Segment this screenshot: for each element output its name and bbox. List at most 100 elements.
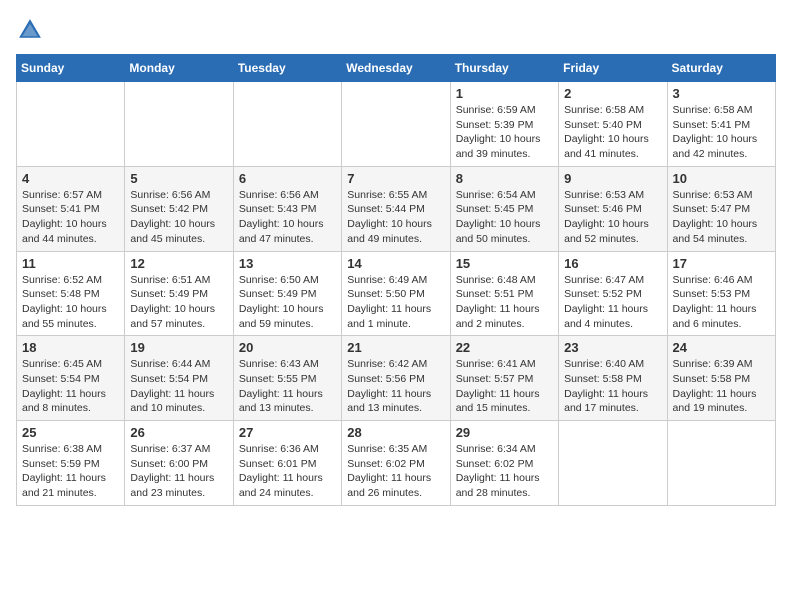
weekday-header: Monday: [125, 55, 233, 82]
calendar-cell: 6 Sunrise: 6:56 AM Sunset: 5:43 PM Daylig…: [233, 166, 341, 251]
day-number: 16: [564, 256, 661, 271]
day-number: 2: [564, 86, 661, 101]
day-number: 12: [130, 256, 227, 271]
day-info: Sunrise: 6:52 AM Sunset: 5:48 PM Dayligh…: [22, 273, 119, 332]
calendar-cell: 19 Sunrise: 6:44 AM Sunset: 5:54 PM Dayli…: [125, 336, 233, 421]
calendar-week-row: 18Sunrise: 6:45 AM Sunset: 5:54 PM Dayli…: [17, 336, 776, 421]
day-info: Sunrise: 6:39 AM Sunset: 5:58 PM Dayligh…: [673, 357, 770, 416]
day-info: Sunrise: 6:43 AM Sunset: 5:55 PM Dayligh…: [239, 357, 336, 416]
calendar-week-row: 25 Sunrise: 6:38 AM Sunset: 5:59 PM Dayli…: [17, 421, 776, 506]
calendar-cell: [342, 82, 450, 167]
day-info: Sunrise: 6:40 AM Sunset: 5:58 PM Dayligh…: [564, 357, 661, 416]
day-number: 17: [673, 256, 770, 271]
calendar-week-row: 11 Sunrise: 6:52 AM Sunset: 5:48 PM Dayli…: [17, 251, 776, 336]
weekday-header-row: SundayMondayTuesdayWednesdayThursdayFrid…: [17, 55, 776, 82]
calendar-cell: 17 Sunrise: 6:46 AM Sunset: 5:53 PM Dayli…: [667, 251, 775, 336]
day-info: Sunrise: 6:53 AM Sunset: 5:47 PM Dayligh…: [673, 188, 770, 247]
calendar-cell: 26 Sunrise: 6:37 AM Sunset: 6:00 PM Dayli…: [125, 421, 233, 506]
calendar-cell: 18Sunrise: 6:45 AM Sunset: 5:54 PM Dayli…: [17, 336, 125, 421]
day-number: 21: [347, 340, 444, 355]
calendar-cell: [125, 82, 233, 167]
weekday-header: Saturday: [667, 55, 775, 82]
day-number: 13: [239, 256, 336, 271]
calendar-cell: 20 Sunrise: 6:43 AM Sunset: 5:55 PM Dayli…: [233, 336, 341, 421]
calendar-cell: 27 Sunrise: 6:36 AM Sunset: 6:01 PM Dayli…: [233, 421, 341, 506]
calendar-cell: 9Sunrise: 6:53 AM Sunset: 5:46 PM Daylig…: [559, 166, 667, 251]
calendar-cell: 29 Sunrise: 6:34 AM Sunset: 6:02 PM Dayli…: [450, 421, 558, 506]
day-number: 8: [456, 171, 553, 186]
calendar-week-row: 4Sunrise: 6:57 AM Sunset: 5:41 PM Daylig…: [17, 166, 776, 251]
day-number: 26: [130, 425, 227, 440]
calendar-cell: [233, 82, 341, 167]
day-info: Sunrise: 6:34 AM Sunset: 6:02 PM Dayligh…: [456, 442, 553, 501]
weekday-header: Thursday: [450, 55, 558, 82]
day-number: 7: [347, 171, 444, 186]
calendar-cell: 3 Sunrise: 6:58 AM Sunset: 5:41 PM Daylig…: [667, 82, 775, 167]
day-info: Sunrise: 6:57 AM Sunset: 5:41 PM Dayligh…: [22, 188, 119, 247]
day-info: Sunrise: 6:44 AM Sunset: 5:54 PM Dayligh…: [130, 357, 227, 416]
day-info: Sunrise: 6:59 AM Sunset: 5:39 PM Dayligh…: [456, 103, 553, 162]
day-number: 20: [239, 340, 336, 355]
day-info: Sunrise: 6:36 AM Sunset: 6:01 PM Dayligh…: [239, 442, 336, 501]
day-number: 24: [673, 340, 770, 355]
weekday-header: Friday: [559, 55, 667, 82]
day-info: Sunrise: 6:47 AM Sunset: 5:52 PM Dayligh…: [564, 273, 661, 332]
logo-icon: [16, 16, 44, 44]
day-info: Sunrise: 6:50 AM Sunset: 5:49 PM Dayligh…: [239, 273, 336, 332]
day-number: 23: [564, 340, 661, 355]
calendar-cell: 10 Sunrise: 6:53 AM Sunset: 5:47 PM Dayli…: [667, 166, 775, 251]
calendar-cell: 8 Sunrise: 6:54 AM Sunset: 5:45 PM Daylig…: [450, 166, 558, 251]
day-number: 9: [564, 171, 661, 186]
day-info: Sunrise: 6:56 AM Sunset: 5:42 PM Dayligh…: [130, 188, 227, 247]
calendar-cell: 25 Sunrise: 6:38 AM Sunset: 5:59 PM Dayli…: [17, 421, 125, 506]
day-number: 11: [22, 256, 119, 271]
calendar-cell: 23 Sunrise: 6:40 AM Sunset: 5:58 PM Dayli…: [559, 336, 667, 421]
day-info: Sunrise: 6:41 AM Sunset: 5:57 PM Dayligh…: [456, 357, 553, 416]
day-info: Sunrise: 6:58 AM Sunset: 5:41 PM Dayligh…: [673, 103, 770, 162]
day-number: 10: [673, 171, 770, 186]
day-number: 25: [22, 425, 119, 440]
calendar-cell: 22 Sunrise: 6:41 AM Sunset: 5:57 PM Dayli…: [450, 336, 558, 421]
day-info: Sunrise: 6:38 AM Sunset: 5:59 PM Dayligh…: [22, 442, 119, 501]
calendar-cell: 11 Sunrise: 6:52 AM Sunset: 5:48 PM Dayli…: [17, 251, 125, 336]
calendar-table: SundayMondayTuesdayWednesdayThursdayFrid…: [16, 54, 776, 506]
calendar-cell: 7 Sunrise: 6:55 AM Sunset: 5:44 PM Daylig…: [342, 166, 450, 251]
day-number: 22: [456, 340, 553, 355]
calendar-cell: 28 Sunrise: 6:35 AM Sunset: 6:02 PM Dayli…: [342, 421, 450, 506]
calendar-cell: [667, 421, 775, 506]
day-info: Sunrise: 6:56 AM Sunset: 5:43 PM Dayligh…: [239, 188, 336, 247]
day-info: Sunrise: 6:46 AM Sunset: 5:53 PM Dayligh…: [673, 273, 770, 332]
calendar-cell: 16 Sunrise: 6:47 AM Sunset: 5:52 PM Dayli…: [559, 251, 667, 336]
calendar-cell: [17, 82, 125, 167]
day-number: 19: [130, 340, 227, 355]
day-info: Sunrise: 6:58 AM Sunset: 5:40 PM Dayligh…: [564, 103, 661, 162]
calendar-cell: 5 Sunrise: 6:56 AM Sunset: 5:42 PM Daylig…: [125, 166, 233, 251]
day-info: Sunrise: 6:55 AM Sunset: 5:44 PM Dayligh…: [347, 188, 444, 247]
day-info: Sunrise: 6:37 AM Sunset: 6:00 PM Dayligh…: [130, 442, 227, 501]
day-number: 3: [673, 86, 770, 101]
calendar-cell: 24 Sunrise: 6:39 AM Sunset: 5:58 PM Dayli…: [667, 336, 775, 421]
calendar-cell: [559, 421, 667, 506]
day-info: Sunrise: 6:35 AM Sunset: 6:02 PM Dayligh…: [347, 442, 444, 501]
calendar-week-row: 1Sunrise: 6:59 AM Sunset: 5:39 PM Daylig…: [17, 82, 776, 167]
day-number: 6: [239, 171, 336, 186]
calendar-cell: 1Sunrise: 6:59 AM Sunset: 5:39 PM Daylig…: [450, 82, 558, 167]
day-info: Sunrise: 6:49 AM Sunset: 5:50 PM Dayligh…: [347, 273, 444, 332]
weekday-header: Tuesday: [233, 55, 341, 82]
day-number: 14: [347, 256, 444, 271]
calendar-cell: 14 Sunrise: 6:49 AM Sunset: 5:50 PM Dayli…: [342, 251, 450, 336]
day-number: 28: [347, 425, 444, 440]
weekday-header: Wednesday: [342, 55, 450, 82]
weekday-header: Sunday: [17, 55, 125, 82]
day-info: Sunrise: 6:42 AM Sunset: 5:56 PM Dayligh…: [347, 357, 444, 416]
day-number: 5: [130, 171, 227, 186]
calendar-cell: 12 Sunrise: 6:51 AM Sunset: 5:49 PM Dayli…: [125, 251, 233, 336]
day-number: 29: [456, 425, 553, 440]
day-info: Sunrise: 6:45 AM Sunset: 5:54 PM Dayligh…: [22, 357, 119, 416]
day-info: Sunrise: 6:51 AM Sunset: 5:49 PM Dayligh…: [130, 273, 227, 332]
calendar-cell: 21 Sunrise: 6:42 AM Sunset: 5:56 PM Dayli…: [342, 336, 450, 421]
day-info: Sunrise: 6:54 AM Sunset: 5:45 PM Dayligh…: [456, 188, 553, 247]
day-number: 27: [239, 425, 336, 440]
calendar-cell: 4Sunrise: 6:57 AM Sunset: 5:41 PM Daylig…: [17, 166, 125, 251]
logo: [16, 16, 48, 44]
